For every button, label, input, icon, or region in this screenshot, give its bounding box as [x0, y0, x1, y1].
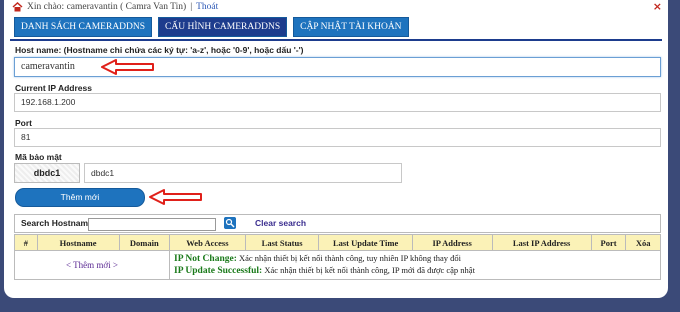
- table-footer-row: < Thêm mới > IP Not Change: Xác nhận thi…: [13, 250, 661, 280]
- user-bar: Xin chào: cameravantin ( Camra Van Tin) …: [12, 2, 218, 12]
- hostname-label: Host name: (Hostname chỉ chứa các ký tự:…: [15, 45, 304, 55]
- col-delete: Xóa: [625, 234, 661, 251]
- captcha-image: dbdc1: [14, 163, 80, 183]
- status-legend: IP Not Change: Xác nhận thiết bị kết nối…: [169, 250, 661, 280]
- legend-item: IP Update Successful: Xác nhận thiết bị …: [174, 265, 656, 277]
- clear-search-link[interactable]: Clear search: [255, 218, 306, 228]
- close-icon[interactable]: ×: [653, 0, 662, 13]
- legend-key: IP Update Successful:: [174, 266, 263, 276]
- port-input[interactable]: 81: [14, 128, 661, 147]
- security-code-label: Mã bảo mật: [15, 152, 62, 162]
- search-bar: Search Hostname: Clear search: [14, 214, 661, 233]
- col-ip-address: IP Address: [411, 234, 493, 251]
- col-last-ip-address: Last IP Address: [491, 234, 592, 251]
- tab-camera-config[interactable]: CẤU HÌNH CAMERADDNS: [158, 17, 288, 37]
- col-last-update-time: Last Update Time: [318, 234, 413, 251]
- separator: |: [190, 2, 193, 12]
- tab-divider: [10, 39, 662, 41]
- col-port: Port: [590, 234, 627, 251]
- search-input[interactable]: [88, 218, 216, 231]
- legend-text: Xác nhận thiết bị kết nối thành công, tu…: [236, 253, 462, 263]
- legend-text: Xác nhận thiết bị kết nối thành công, IP…: [262, 265, 475, 275]
- arrow-annotation-icon: [149, 189, 202, 205]
- legend-item: IP Not Change: Xác nhận thiết bị kết nối…: [174, 253, 656, 265]
- home-icon[interactable]: [12, 2, 23, 12]
- col-last-status: Last Status: [244, 234, 320, 251]
- logout-link[interactable]: Thoát: [196, 2, 218, 12]
- search-icon[interactable]: [224, 217, 236, 229]
- add-new-button[interactable]: Thêm mới: [15, 188, 145, 207]
- table-header-row: # Hostname Domain Web Access Last Status…: [14, 234, 661, 251]
- col-domain: Domain: [118, 234, 171, 251]
- tab-bar: DANH SÁCH CAMERADDNS CẤU HÌNH CAMERADDNS…: [14, 17, 409, 37]
- main-panel: Xin chào: cameravantin ( Camra Van Tin) …: [4, 0, 668, 298]
- port-label: Port: [15, 118, 32, 128]
- captcha-input[interactable]: dbdc1: [84, 163, 402, 183]
- legend-key: IP Not Change:: [174, 254, 237, 264]
- arrow-annotation-icon: [101, 59, 154, 75]
- greeting-text: Xin chào: cameravantin ( Camra Van Tin): [27, 2, 187, 12]
- tab-update-account[interactable]: CẬP NHẬT TÀI KHOẢN: [293, 17, 409, 37]
- search-label: Search Hostname:: [21, 218, 96, 228]
- col-hostname: Hostname: [36, 234, 120, 251]
- hostname-table: # Hostname Domain Web Access Last Status…: [13, 234, 661, 280]
- add-new-link[interactable]: < Thêm mới >: [13, 250, 171, 280]
- ip-label: Current IP Address: [15, 83, 92, 93]
- tab-camera-list[interactable]: DANH SÁCH CAMERADDNS: [14, 17, 153, 37]
- ip-input[interactable]: 192.168.1.200: [14, 93, 661, 112]
- col-web-access: Web Access: [169, 234, 246, 251]
- col-index: #: [14, 234, 38, 251]
